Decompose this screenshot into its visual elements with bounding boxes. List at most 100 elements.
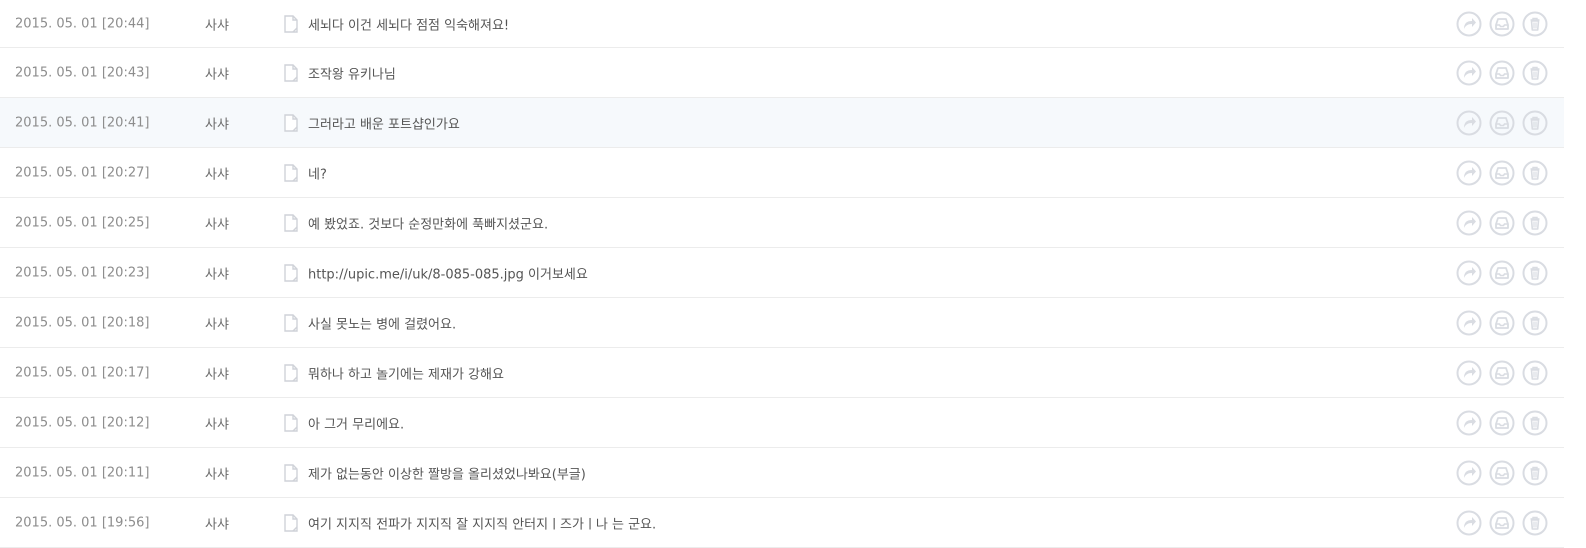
message-list: 2015. 05. 01 [20:44] 사샤 세뇌다 이건 세뇌다 점점 익숙… (0, 0, 1564, 548)
inbox-icon[interactable] (1489, 460, 1515, 486)
document-icon (284, 513, 298, 532)
trash-icon[interactable] (1522, 510, 1548, 536)
message-text: 그러라고 배운 포트샵인가요 (308, 117, 460, 132)
document-icon (284, 463, 298, 482)
document-icon (284, 213, 298, 232)
reply-icon[interactable] (1456, 310, 1482, 336)
message-row[interactable]: 2015. 05. 01 [19:56] 사샤 여기 지지직 전파가 지지직 잘… (0, 498, 1564, 548)
trash-icon[interactable] (1522, 210, 1548, 236)
inbox-icon[interactable] (1489, 410, 1515, 436)
message-row[interactable]: 2015. 05. 01 [20:17] 사샤 뭐하나 하고 놀기에는 제재가 … (0, 348, 1564, 398)
message-actions (1456, 110, 1548, 136)
message-text: 제가 없는동안 이상한 짤방을 올리셨었나봐요(부글) (308, 467, 586, 482)
document-icon (284, 63, 298, 82)
inbox-icon[interactable] (1489, 260, 1515, 286)
message-sender[interactable]: 사샤 (205, 113, 229, 132)
reply-icon[interactable] (1456, 360, 1482, 386)
message-text: 사실 못노는 병에 걸렸어요. (308, 317, 457, 332)
trash-icon[interactable] (1522, 460, 1548, 486)
message-actions (1456, 310, 1548, 336)
inbox-icon[interactable] (1489, 60, 1515, 86)
reply-icon[interactable] (1456, 260, 1482, 286)
message-date: 2015. 05. 01 [20:44] (15, 16, 150, 31)
message-row[interactable]: 2015. 05. 01 [20:44] 사샤 세뇌다 이건 세뇌다 점점 익숙… (0, 0, 1564, 48)
message-text: 뭐하나 하고 놀기에는 제재가 강해요 (308, 367, 504, 382)
message-row[interactable]: 2015. 05. 01 [20:43] 사샤 조작왕 유키나님 (0, 48, 1564, 98)
document-icon (284, 413, 298, 432)
message-actions (1456, 410, 1548, 436)
inbox-icon[interactable] (1489, 210, 1515, 236)
message-sender[interactable]: 사샤 (205, 513, 229, 532)
reply-icon[interactable] (1456, 210, 1482, 236)
reply-icon[interactable] (1456, 160, 1482, 186)
message-sender[interactable]: 사샤 (205, 63, 229, 82)
message-row[interactable]: 2015. 05. 01 [20:18] 사샤 사실 못노는 병에 걸렸어요. (0, 298, 1564, 348)
document-icon (284, 14, 298, 33)
message-date: 2015. 05. 01 [20:43] (15, 65, 150, 80)
message-row[interactable]: 2015. 05. 01 [20:23] 사샤 http://upic.me/i… (0, 248, 1564, 298)
document-icon (284, 163, 298, 182)
message-text: 네? (308, 167, 327, 182)
inbox-icon[interactable] (1489, 160, 1515, 186)
message-actions (1456, 460, 1548, 486)
message-sender[interactable]: 사샤 (205, 163, 229, 182)
reply-icon[interactable] (1456, 60, 1482, 86)
message-row[interactable]: 2015. 05. 01 [20:25] 사샤 예 봤었죠. 것보다 순정만화에… (0, 198, 1564, 248)
message-sender[interactable]: 사샤 (205, 413, 229, 432)
trash-icon[interactable] (1522, 110, 1548, 136)
message-row[interactable]: 2015. 05. 01 [20:12] 사샤 아 그거 무리에요. (0, 398, 1564, 448)
reply-icon[interactable] (1456, 11, 1482, 37)
inbox-icon[interactable] (1489, 510, 1515, 536)
document-icon (284, 313, 298, 332)
trash-icon[interactable] (1522, 160, 1548, 186)
message-text: 예 봤었죠. 것보다 순정만화에 푹빠지셨군요. (308, 217, 549, 232)
message-actions (1456, 260, 1548, 286)
trash-icon[interactable] (1522, 260, 1548, 286)
message-sender[interactable]: 사샤 (205, 14, 229, 33)
reply-icon[interactable] (1456, 460, 1482, 486)
message-actions (1456, 60, 1548, 86)
message-sender[interactable]: 사샤 (205, 463, 229, 482)
message-date: 2015. 05. 01 [20:12] (15, 415, 150, 430)
message-sender[interactable]: 사샤 (205, 363, 229, 382)
inbox-icon[interactable] (1489, 360, 1515, 386)
document-icon (284, 113, 298, 132)
message-text: 세뇌다 이건 세뇌다 점점 익숙해져요! (308, 18, 510, 33)
inbox-icon[interactable] (1489, 310, 1515, 336)
reply-icon[interactable] (1456, 510, 1482, 536)
inbox-icon[interactable] (1489, 110, 1515, 136)
message-actions (1456, 11, 1548, 37)
message-row[interactable]: 2015. 05. 01 [20:41] 사샤 그러라고 배운 포트샵인가요 (0, 98, 1564, 148)
message-actions (1456, 510, 1548, 536)
message-date: 2015. 05. 01 [20:17] (15, 365, 150, 380)
message-date: 2015. 05. 01 [20:23] (15, 265, 150, 280)
message-date: 2015. 05. 01 [20:41] (15, 115, 150, 130)
message-sender[interactable]: 사샤 (205, 263, 229, 282)
message-date: 2015. 05. 01 [20:25] (15, 215, 150, 230)
trash-icon[interactable] (1522, 11, 1548, 37)
trash-icon[interactable] (1522, 410, 1548, 436)
message-actions (1456, 210, 1548, 236)
document-icon (284, 263, 298, 282)
message-actions (1456, 160, 1548, 186)
message-text: 여기 지지직 전파가 지지직 잘 지지직 안터지ㅣ즈가ㅣ나 는 군요. (308, 517, 657, 532)
trash-icon[interactable] (1522, 360, 1548, 386)
message-date: 2015. 05. 01 [20:27] (15, 165, 150, 180)
reply-icon[interactable] (1456, 410, 1482, 436)
trash-icon[interactable] (1522, 60, 1548, 86)
message-date: 2015. 05. 01 [20:18] (15, 315, 150, 330)
message-row[interactable]: 2015. 05. 01 [20:11] 사샤 제가 없는동안 이상한 짤방을 … (0, 448, 1564, 498)
message-sender[interactable]: 사샤 (205, 313, 229, 332)
document-icon (284, 363, 298, 382)
message-text: http://upic.me/i/uk/8-085-085.jpg 이거보세요 (308, 267, 588, 282)
message-date: 2015. 05. 01 [19:56] (15, 515, 150, 530)
message-date: 2015. 05. 01 [20:11] (15, 465, 150, 480)
message-actions (1456, 360, 1548, 386)
message-text: 아 그거 무리에요. (308, 417, 405, 432)
trash-icon[interactable] (1522, 310, 1548, 336)
inbox-icon[interactable] (1489, 11, 1515, 37)
reply-icon[interactable] (1456, 110, 1482, 136)
message-sender[interactable]: 사샤 (205, 213, 229, 232)
message-text: 조작왕 유키나님 (308, 67, 396, 82)
message-row[interactable]: 2015. 05. 01 [20:27] 사샤 네? (0, 148, 1564, 198)
